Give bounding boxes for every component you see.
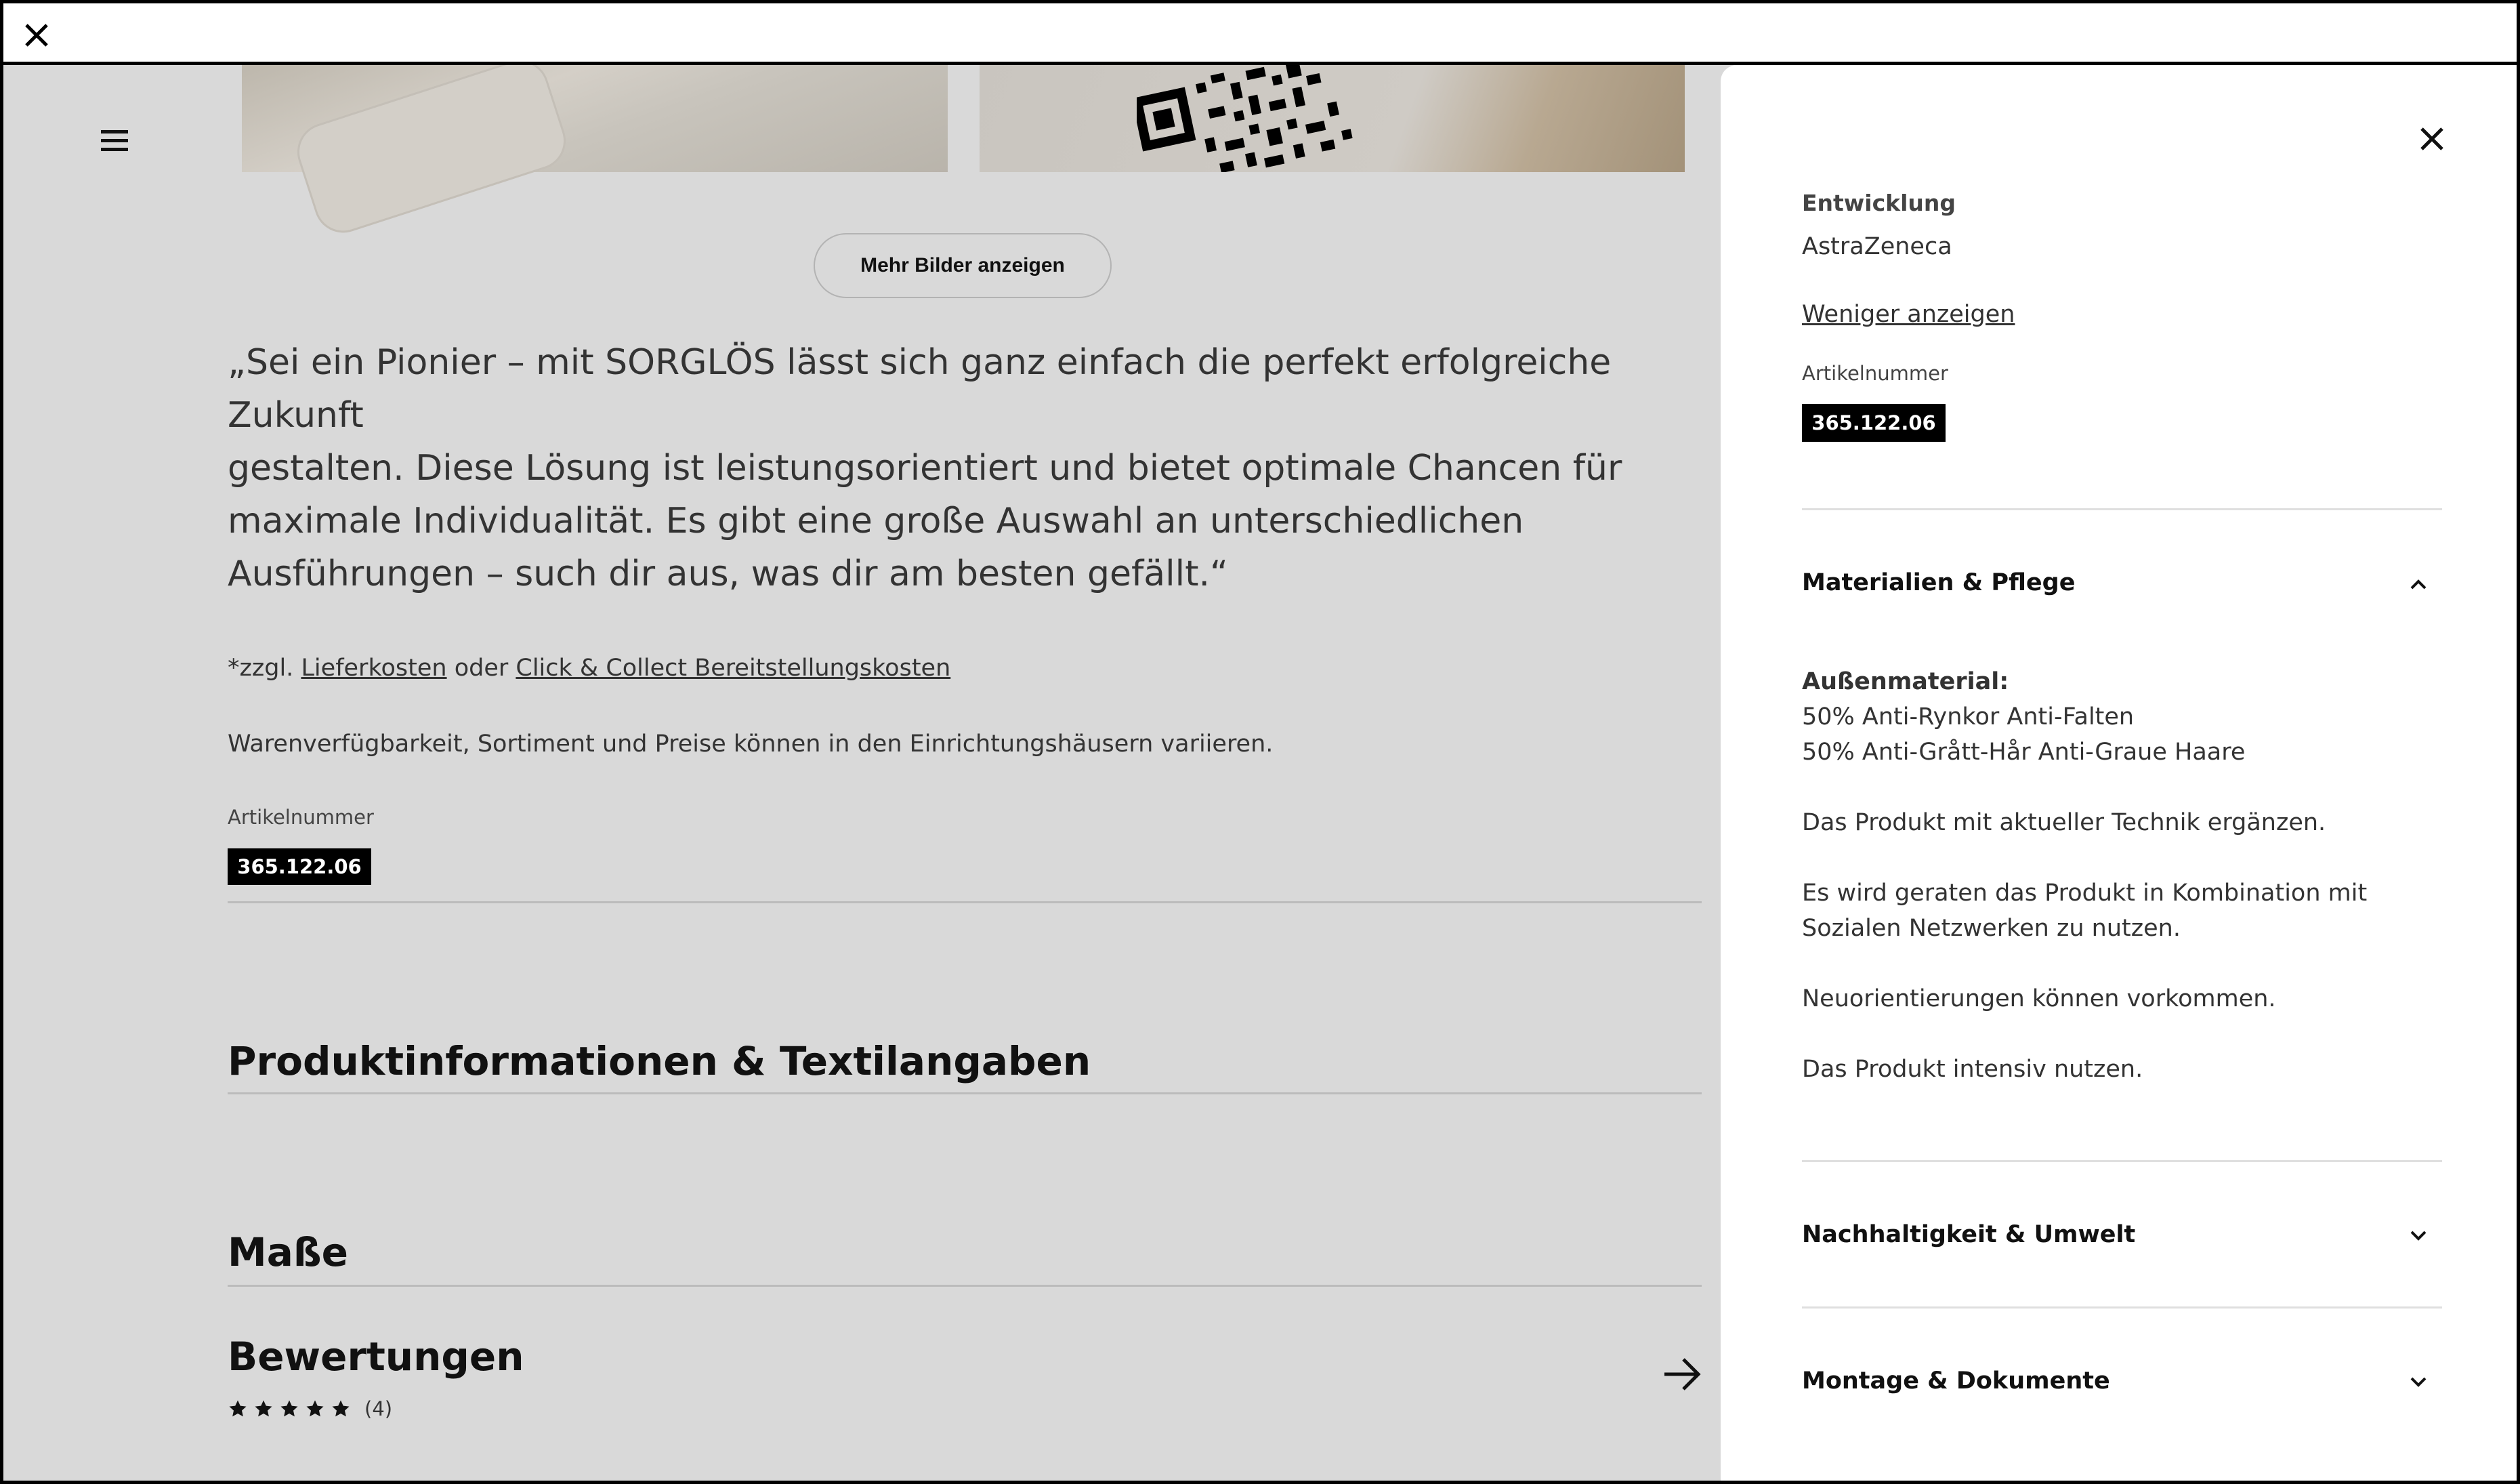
material-line: 50% Anti-Grått-Hår Anti-Graue Haare [1802, 739, 2246, 766]
more-images-button[interactable]: Mehr Bilder anzeigen [814, 233, 1112, 298]
fees-middle: oder [446, 655, 516, 682]
hamburger-icon[interactable] [98, 127, 132, 154]
divider [1802, 1306, 2442, 1308]
care-line: Das Produkt mit aktueller Technik ergänz… [1802, 809, 2326, 836]
quote-line: „Sei ein Pionier – mit SORGLÖS lässt sic… [228, 342, 1612, 436]
fees-prefix: *zzgl. [228, 655, 301, 682]
details-panel: Entwicklung AstraZeneca Weniger anzeigen… [1721, 65, 2517, 1481]
star-icon [229, 1400, 247, 1417]
divider [228, 901, 1702, 903]
quote-line: gestalten. Diese Lösung ist leistungsori… [228, 448, 1622, 489]
close-icon[interactable] [2415, 122, 2449, 156]
care-line: Neuorientierungen können vorkommen. [1802, 985, 2276, 1012]
materials-content: Außenmaterial: 50% Anti-Rynkor Anti-Falt… [1802, 664, 2452, 1087]
rating-stars: (4) [228, 1397, 392, 1420]
close-icon[interactable] [20, 18, 54, 52]
divider [228, 1285, 1702, 1287]
accordion-assembly-documents[interactable]: Montage & Dokumente [1802, 1367, 2110, 1395]
divider [228, 1092, 1702, 1094]
star-icon [306, 1400, 324, 1417]
section-dimensions[interactable]: Maße [228, 1229, 348, 1275]
divider [1802, 508, 2442, 510]
care-line: Es wird geraten das Produkt in Kombinati… [1802, 880, 2368, 907]
qr-code-image [1137, 65, 1353, 172]
review-count: (4) [364, 1397, 393, 1420]
accordion-sustainability[interactable]: Nachhaltigkeit & Umwelt [1802, 1221, 2135, 1248]
fees-note: *zzgl. Lieferkosten oder Click & Collect… [228, 655, 950, 682]
section-product-info[interactable]: Produktinformationen & Textilangaben [228, 1038, 1091, 1084]
product-page: Mehr Bilder anzeigen „Sei ein Pionier – … [3, 65, 1721, 1481]
top-bar [0, 0, 2520, 65]
article-number-label: Artikelnummer [1802, 362, 1948, 385]
delivery-costs-link[interactable]: Lieferkosten [301, 655, 446, 682]
outer-material-heading: Außenmaterial: [1802, 668, 2009, 695]
star-icon [280, 1400, 298, 1417]
article-number-badge: 365.122.06 [228, 848, 371, 885]
content-frame: Mehr Bilder anzeigen „Sei ein Pionier – … [0, 65, 2520, 1484]
divider [1802, 1160, 2442, 1162]
star-icon [255, 1400, 272, 1417]
chevron-down-icon[interactable] [2405, 1222, 2432, 1250]
care-line: Sozialen Netzwerken zu nutzen. [1802, 915, 2181, 942]
click-collect-costs-link[interactable]: Click & Collect Bereitstellungskosten [516, 655, 950, 682]
quote-line: Ausführungen – such dir aus, was dir am … [228, 554, 1228, 594]
article-number-label: Artikelnummer [228, 806, 374, 829]
product-image-1[interactable] [242, 65, 948, 172]
developer-heading: Entwicklung [1802, 190, 1956, 216]
accordion-materials-care[interactable]: Materialien & Pflege [1802, 569, 2075, 596]
developer-value: AstraZeneca [1802, 233, 1952, 260]
care-line: Das Produkt intensiv nutzen. [1802, 1056, 2143, 1083]
availability-note: Warenverfügbarkeit, Sortiment und Preise… [228, 730, 1274, 758]
chevron-up-icon[interactable] [2405, 571, 2432, 598]
star-icon [332, 1400, 350, 1417]
section-reviews[interactable]: Bewertungen [228, 1334, 524, 1380]
product-quote: „Sei ein Pionier – mit SORGLÖS lässt sic… [228, 336, 1704, 600]
chevron-down-icon[interactable] [2405, 1369, 2432, 1396]
article-number-badge: 365.122.06 [1802, 404, 1946, 442]
quote-line: maximale Individualität. Es gibt eine gr… [228, 501, 1524, 541]
product-image-2[interactable] [980, 65, 1685, 172]
arrow-right-icon[interactable] [1660, 1353, 1704, 1396]
show-less-link[interactable]: Weniger anzeigen [1802, 301, 2015, 328]
material-line: 50% Anti-Rynkor Anti-Falten [1802, 703, 2135, 730]
